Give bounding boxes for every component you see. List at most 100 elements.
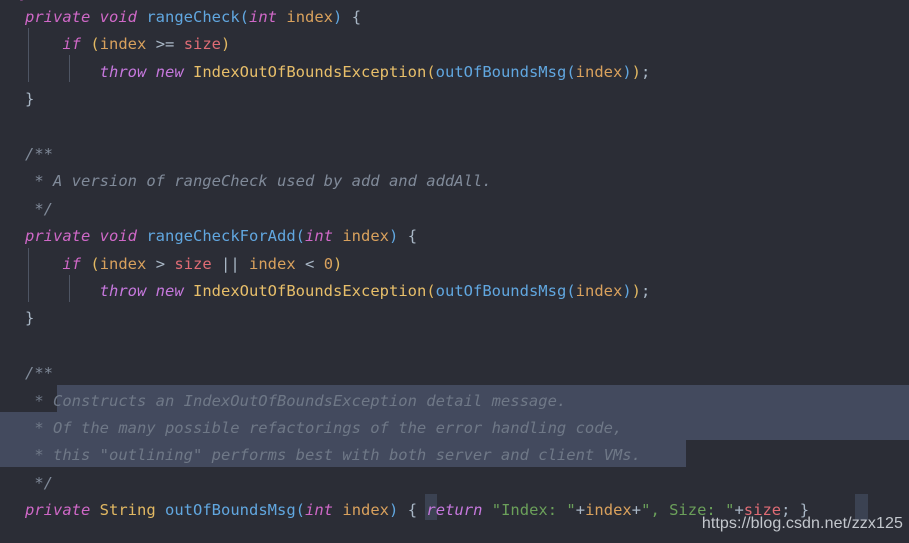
- code-token: +: [575, 501, 586, 520]
- code-token: index: [99, 35, 147, 54]
- code-token: (: [295, 501, 306, 520]
- code-token: >: [146, 254, 175, 273]
- code-token: outOfBoundsMsg: [435, 282, 567, 300]
- code-token: (: [90, 35, 100, 54]
- code-line[interactable]: private void rangeCheckForAdd(int index)…: [0, 223, 909, 250]
- code-token: index: [342, 227, 390, 246]
- code-token: {: [351, 8, 362, 26]
- code-token: private: [25, 227, 91, 246]
- code-line[interactable]: private void rangeCheck(int index) {: [0, 4, 909, 31]
- code-line-content: if (index > size || index < 0): [0, 251, 342, 278]
- code-token: (: [239, 8, 250, 26]
- code-token: void: [99, 8, 137, 26]
- code-token: ): [622, 62, 632, 81]
- code-token: ): [333, 254, 343, 273]
- code-line-content: if (index >= size): [0, 31, 230, 58]
- code-token: ): [622, 282, 632, 300]
- code-token: * Of the many possible refactorings of t…: [25, 419, 623, 437]
- code-token: throw: [99, 282, 147, 300]
- code-line[interactable]: throw new IndexOutOfBoundsException(outO…: [0, 59, 909, 86]
- code-token: int: [305, 227, 333, 246]
- code-token: /**: [25, 364, 53, 383]
- code-line-content: private void rangeCheckForAdd(int index)…: [0, 223, 417, 250]
- code-token: ): [389, 227, 399, 246]
- code-line-content: * Of the many possible refactorings of t…: [0, 415, 622, 442]
- code-line-content: * A version of rangeCheck used by add an…: [0, 168, 491, 195]
- code-token: size: [174, 254, 212, 273]
- code-line[interactable]: /**: [0, 360, 909, 387]
- code-line[interactable]: }: [0, 305, 909, 332]
- code-token: outOfBoundsMsg: [435, 62, 567, 81]
- code-line-content: */: [0, 470, 53, 497]
- code-editor-view[interactable]: } private void rangeCheck(int index) { i…: [0, 0, 909, 543]
- code-line-content: private void rangeCheck(int index) {: [0, 4, 361, 31]
- code-line[interactable]: if (index >= size): [0, 31, 909, 58]
- code-token: index: [585, 501, 632, 520]
- code-token: IndexOutOfBoundsException: [193, 62, 427, 81]
- code-line-content: /**: [0, 141, 53, 168]
- code-line[interactable]: * this "outlining" performs best with bo…: [0, 442, 909, 469]
- code-token: 0: [323, 254, 334, 273]
- code-line[interactable]: * A version of rangeCheck used by add an…: [0, 168, 909, 195]
- code-line[interactable]: /**: [0, 141, 909, 168]
- code-token: }: [25, 309, 35, 328]
- code-token: IndexOutOfBoundsException: [193, 282, 427, 300]
- code-token: index: [575, 282, 623, 300]
- code-token: }: [25, 90, 35, 109]
- code-line-content: private String outOfBoundsMsg(int index)…: [0, 497, 809, 524]
- code-token: ;: [641, 282, 651, 300]
- sliver-text: }: [0, 0, 28, 2]
- code-token: ): [631, 62, 642, 81]
- code-line[interactable]: * Of the many possible refactorings of t…: [0, 415, 909, 442]
- code-token: new: [155, 282, 184, 300]
- code-line[interactable]: */: [0, 196, 909, 223]
- code-line[interactable]: if (index > size || index < 0): [0, 251, 909, 278]
- code-line-content: }: [0, 305, 34, 332]
- code-token: private: [25, 8, 91, 26]
- code-line[interactable]: }: [0, 86, 909, 113]
- code-line[interactable]: [0, 114, 909, 141]
- code-line[interactable]: */: [0, 470, 909, 497]
- code-line[interactable]: throw new IndexOutOfBoundsException(outO…: [0, 278, 909, 305]
- code-token: +: [631, 501, 642, 520]
- code-line[interactable]: * Constructs an IndexOutOfBoundsExceptio…: [0, 388, 909, 415]
- code-token: (: [295, 227, 305, 246]
- code-token: int: [305, 501, 334, 520]
- code-token: int: [249, 8, 278, 26]
- code-token: */: [25, 473, 53, 492]
- code-token: <: [295, 254, 324, 273]
- code-token: index: [286, 8, 334, 26]
- code-token: void: [99, 227, 137, 246]
- code-token: {: [407, 227, 418, 246]
- code-token: index: [249, 254, 296, 273]
- code-token: index: [99, 254, 147, 273]
- code-line-content: throw new IndexOutOfBoundsException(outO…: [0, 59, 651, 86]
- code-line[interactable]: [0, 333, 909, 360]
- code-token: "Index: ": [491, 501, 576, 520]
- code-token: (: [426, 282, 436, 300]
- code-line-content: throw new IndexOutOfBoundsException(outO…: [0, 278, 651, 305]
- code-token: private: [25, 501, 91, 520]
- code-token: String: [99, 501, 156, 520]
- code-token: (: [566, 62, 576, 81]
- code-token: (: [566, 282, 576, 300]
- code-line-content: * this "outlining" performs best with bo…: [0, 442, 641, 469]
- code-token: rangeCheckForAdd: [146, 227, 296, 246]
- code-line-content: /**: [0, 360, 53, 387]
- code-token: if: [62, 254, 81, 273]
- code-surface[interactable]: } private void rangeCheck(int index) { i…: [0, 0, 909, 543]
- code-token: index: [342, 501, 390, 520]
